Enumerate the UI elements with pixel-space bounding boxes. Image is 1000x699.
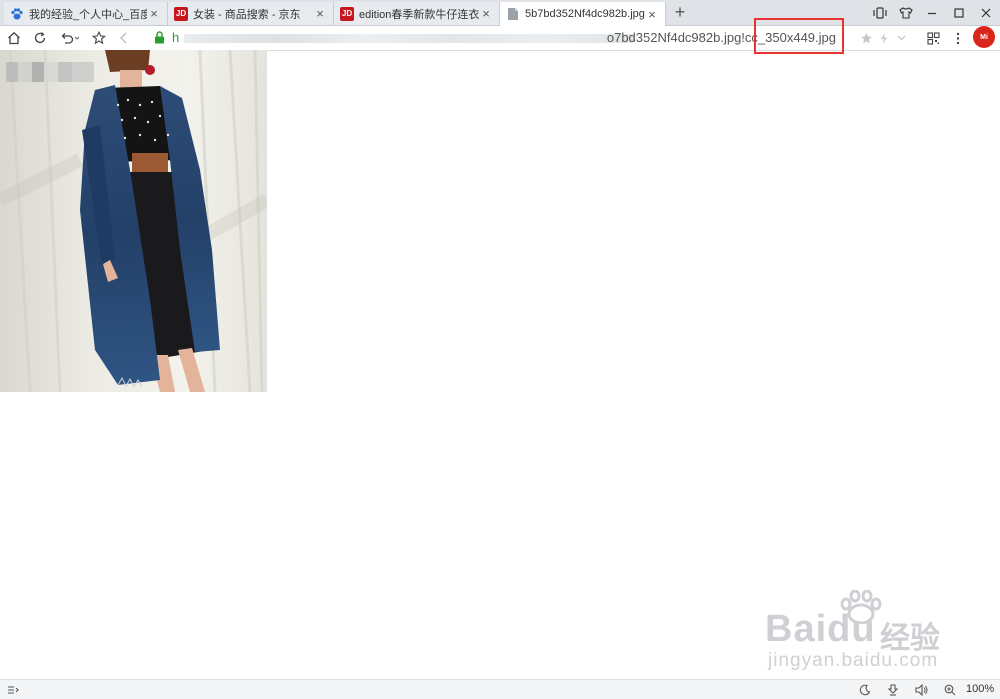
address-bar[interactable]: h o7bd352Nf4dc982b.jpg!cc_350x449.jpg — [150, 27, 850, 49]
chevron-down-icon[interactable] — [893, 28, 909, 48]
tab-image-active[interactable]: 5b7bd352Nf4dc982b.jpg!c × — [500, 2, 666, 26]
tab-strip: 我的经验_个人中心_百度经验 × JD 女装 - 商品搜索 - 京东 × JD … — [0, 0, 1000, 26]
close-window-icon[interactable] — [972, 0, 1000, 25]
minimize-icon[interactable] — [918, 0, 946, 25]
file-icon — [506, 7, 520, 21]
download-icon[interactable] — [884, 681, 902, 698]
watermark-site: jingyan.baidu.com — [768, 650, 939, 671]
lightning-icon[interactable] — [873, 28, 895, 48]
tab-baidu-jingyan[interactable]: 我的经验_个人中心_百度经验 × — [4, 2, 168, 25]
tab-title: 5b7bd352Nf4dc982b.jpg!c — [525, 8, 645, 20]
user-avatar[interactable]: Mi — [973, 26, 995, 48]
tab-close-icon[interactable]: × — [645, 7, 659, 22]
night-mode-moon-icon[interactable] — [856, 681, 874, 698]
maximize-icon[interactable] — [945, 0, 973, 25]
vibrate-mode-icon[interactable] — [866, 0, 894, 25]
favorites-star-icon[interactable] — [88, 28, 110, 48]
home-icon[interactable] — [3, 28, 25, 48]
avatar-label: Mi — [980, 33, 988, 41]
new-tab-button[interactable]: + — [669, 2, 691, 23]
tab-close-icon[interactable]: × — [313, 6, 327, 21]
product-photo — [0, 50, 267, 392]
secure-lock-icon — [154, 31, 165, 47]
tab-title: edition春季新款牛仔连衣裙E — [359, 8, 479, 21]
back-arrow-icon[interactable] — [113, 28, 135, 48]
refresh-icon[interactable] — [29, 28, 51, 48]
baidu-jingyan-watermark: Baidu 经验 jingyan.baidu.com — [760, 590, 960, 671]
jd-logo-icon: JD — [174, 6, 188, 21]
watermark-brand: Baidu — [765, 608, 876, 650]
navigation-toolbar: h o7bd352Nf4dc982b.jpg!cc_350x449.jpg — [0, 26, 1000, 51]
tab-jd-product[interactable]: JD edition春季新款牛仔连衣裙E × — [334, 2, 500, 25]
url-blurred-segment — [184, 34, 634, 43]
skin-shirt-icon[interactable] — [892, 0, 920, 25]
undo-close-tab-icon[interactable] — [57, 28, 83, 48]
zoom-in-icon[interactable] — [941, 681, 959, 698]
zoom-level[interactable]: 100% — [966, 683, 994, 695]
annotation-highlight-box — [754, 18, 844, 54]
status-bar: 100% — [0, 679, 1000, 699]
tab-jd-search[interactable]: JD 女装 - 商品搜索 - 京东 × — [168, 2, 334, 25]
tab-close-icon[interactable]: × — [479, 6, 493, 21]
sidebar-toggle-icon[interactable] — [4, 681, 22, 698]
more-menu-icon[interactable] — [947, 28, 969, 48]
speaker-icon[interactable] — [912, 681, 932, 698]
tab-close-icon[interactable]: × — [147, 6, 161, 21]
url-protocol: h — [172, 30, 180, 45]
qr-code-icon[interactable] — [922, 28, 944, 48]
pixelated-watermark — [6, 62, 94, 82]
baidu-paw-icon — [10, 7, 24, 21]
tab-title: 我的经验_个人中心_百度经验 — [29, 8, 147, 21]
tab-title: 女装 - 商品搜索 - 京东 — [193, 8, 301, 21]
jd-logo-icon: JD — [340, 6, 354, 21]
